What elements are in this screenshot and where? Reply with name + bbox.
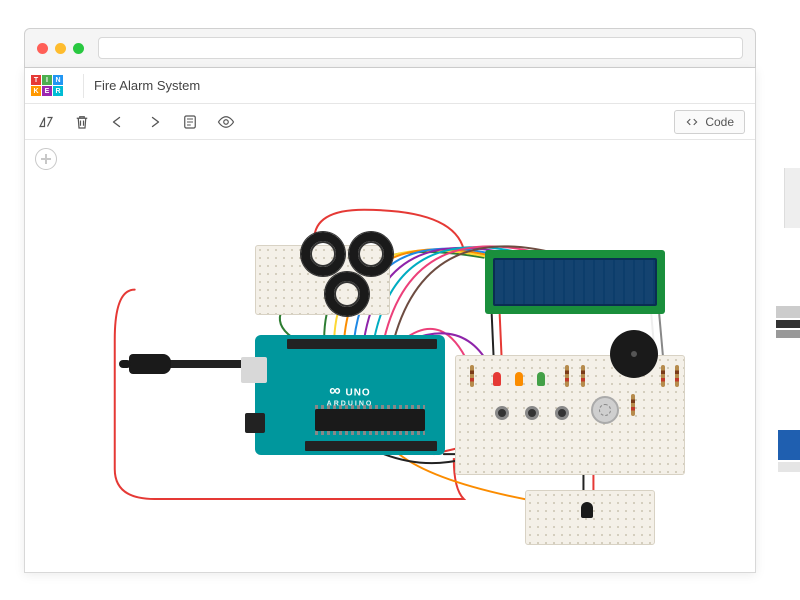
visibility-button[interactable] bbox=[215, 111, 237, 133]
code-button-label: Code bbox=[705, 115, 734, 129]
mirror-icon bbox=[37, 113, 55, 131]
side-panel-sliver bbox=[778, 462, 800, 472]
arduino-atmega-chip bbox=[315, 409, 425, 431]
tmp36-sensor[interactable] bbox=[581, 502, 593, 518]
logo-cell: T bbox=[31, 75, 41, 85]
resistor[interactable] bbox=[631, 394, 635, 416]
redo-icon bbox=[145, 113, 163, 131]
browser-chrome bbox=[24, 28, 756, 68]
toolbar: Code bbox=[25, 104, 755, 140]
zoom-window-button[interactable] bbox=[73, 43, 84, 54]
resistor[interactable] bbox=[565, 365, 569, 387]
neopixel-ring[interactable] bbox=[301, 232, 345, 276]
arduino-uno[interactable]: ∞ UNO ARDUINO bbox=[255, 335, 445, 455]
tinkercad-logo[interactable]: T I N K E R bbox=[31, 75, 63, 96]
side-panel-sliver bbox=[776, 306, 800, 318]
url-bar[interactable] bbox=[98, 37, 743, 59]
side-panel-sliver bbox=[778, 430, 800, 460]
neopixel-ring[interactable] bbox=[349, 232, 393, 276]
code-button[interactable]: Code bbox=[674, 110, 745, 134]
arduino-usb-port bbox=[241, 357, 267, 383]
circuit-canvas[interactable]: ∞ UNO ARDUINO bbox=[25, 140, 755, 572]
logo-cell: R bbox=[53, 86, 63, 96]
pushbutton[interactable] bbox=[525, 406, 539, 420]
led-green[interactable] bbox=[537, 372, 545, 386]
code-icon bbox=[685, 115, 699, 129]
led-orange[interactable] bbox=[515, 372, 523, 386]
usb-cable[interactable] bbox=[121, 350, 241, 378]
undo-button[interactable] bbox=[107, 111, 129, 133]
app-header: T I N K E R Fire Alarm System bbox=[25, 68, 755, 104]
pushbutton[interactable] bbox=[555, 406, 569, 420]
logo-cell: N bbox=[53, 75, 63, 85]
note-icon bbox=[181, 113, 199, 131]
logo-cell: I bbox=[42, 75, 52, 85]
project-title[interactable]: Fire Alarm System bbox=[94, 78, 200, 93]
neopixel-ring[interactable] bbox=[325, 272, 369, 316]
resistor[interactable] bbox=[470, 365, 474, 387]
breadboard-main[interactable] bbox=[455, 355, 685, 475]
arduino-power-jack bbox=[245, 413, 265, 433]
delete-button[interactable] bbox=[71, 111, 93, 133]
arduino-analog-pins bbox=[305, 441, 437, 451]
side-panel-sliver bbox=[776, 320, 800, 328]
resistor[interactable] bbox=[661, 365, 665, 387]
usb-cord bbox=[161, 360, 241, 368]
zoom-to-fit-button[interactable] bbox=[35, 148, 57, 170]
annotations-button[interactable] bbox=[179, 111, 201, 133]
app-window: T I N K E R Fire Alarm System bbox=[24, 68, 756, 573]
gas-sensor[interactable] bbox=[591, 396, 619, 424]
resistor[interactable] bbox=[581, 365, 585, 387]
mirror-button[interactable] bbox=[35, 111, 57, 133]
arduino-digital-pins bbox=[287, 339, 437, 349]
undo-icon bbox=[109, 113, 127, 131]
piezo-buzzer[interactable] bbox=[610, 330, 658, 378]
lcd-screen bbox=[493, 258, 657, 306]
logo-cell: K bbox=[31, 86, 41, 96]
lcd-16x2[interactable] bbox=[485, 250, 665, 314]
led-red[interactable] bbox=[493, 372, 501, 386]
eye-icon bbox=[217, 113, 235, 131]
resistor[interactable] bbox=[675, 365, 679, 387]
logo-cell: E bbox=[42, 86, 52, 96]
divider bbox=[83, 74, 84, 98]
usb-plug bbox=[129, 354, 171, 374]
pushbutton[interactable] bbox=[495, 406, 509, 420]
redo-button[interactable] bbox=[143, 111, 165, 133]
close-window-button[interactable] bbox=[37, 43, 48, 54]
trash-icon bbox=[73, 113, 91, 131]
side-panel-sliver bbox=[776, 330, 800, 338]
minimize-window-button[interactable] bbox=[55, 43, 66, 54]
side-panel-sliver bbox=[784, 168, 800, 228]
window-controls bbox=[37, 43, 84, 54]
arduino-label: ∞ UNO ARDUINO bbox=[327, 383, 374, 408]
